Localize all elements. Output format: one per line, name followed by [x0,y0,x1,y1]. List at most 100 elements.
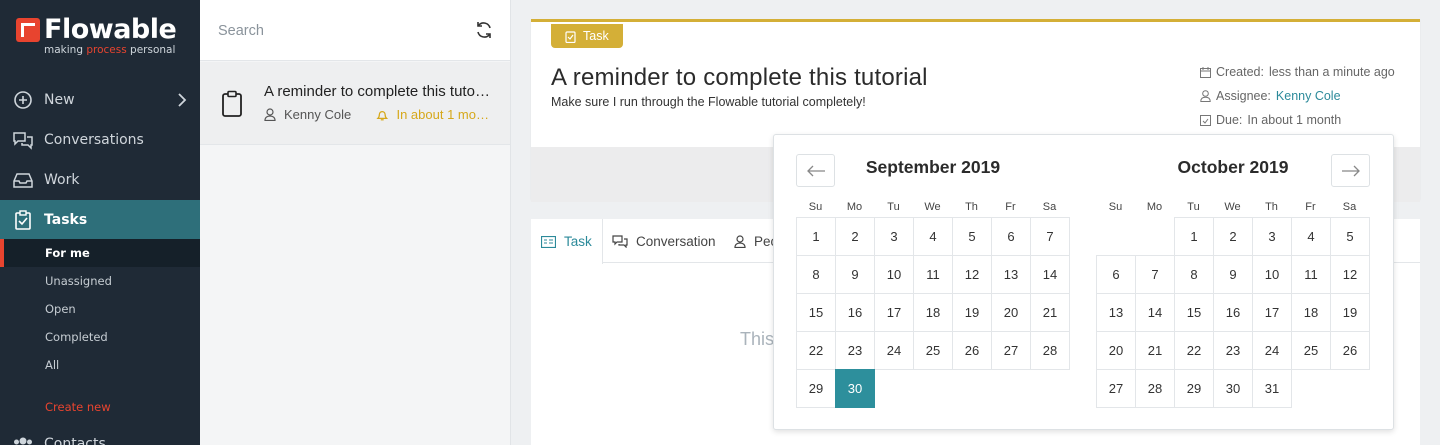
plus-circle-icon [12,89,34,111]
calendar-day[interactable]: 23 [1213,331,1253,370]
calendar-day[interactable]: 7 [1135,255,1175,294]
calendar-day[interactable]: 18 [913,293,953,332]
tab-conversation[interactable]: Conversation [602,219,726,263]
calendar-day[interactable]: 23 [835,331,875,370]
calendar-day[interactable]: 13 [991,255,1031,294]
calendar-day[interactable]: 17 [874,293,914,332]
calendar-day[interactable]: 10 [874,255,914,294]
calendar-day[interactable]: 22 [1174,331,1214,370]
calendar-day[interactable]: 4 [913,217,953,256]
create-new-link[interactable]: Create new [0,393,200,421]
inbox-icon [12,169,34,191]
calendar-day[interactable]: 10 [1252,255,1292,294]
calendar-day[interactable]: 15 [796,293,836,332]
calendar-day[interactable]: 29 [796,369,836,408]
calendar-day[interactable]: 30 [1213,369,1253,408]
calendar-day[interactable]: 12 [952,255,992,294]
calendar-day[interactable]: 25 [913,331,953,370]
task-title: A reminder to complete this tutorial [264,83,490,100]
calendar-day[interactable]: 7 [1030,217,1070,256]
search-bar [200,0,510,61]
sidebar-item-label: Contacts [44,436,106,445]
calendar-day[interactable]: 21 [1135,331,1175,370]
calendar-day[interactable]: 18 [1291,293,1331,332]
created-meta: Created: less than a minute ago [1200,65,1395,79]
sidebar-subitem-unassigned[interactable]: Unassigned [0,267,200,295]
calendar-day[interactable]: 1 [1174,217,1214,256]
calendar-day[interactable]: 6 [1096,255,1136,294]
form-icon [541,235,556,248]
task-list-panel: A reminder to complete this tutorial Ken… [200,0,511,445]
clipboard-icon [220,90,244,122]
calendar-day[interactable]: 6 [991,217,1031,256]
assignee-link[interactable]: Kenny Cole [1276,89,1341,103]
calendar-day[interactable]: 13 [1096,293,1136,332]
calendar-day[interactable]: 24 [1252,331,1292,370]
sidebar-item-conversations[interactable]: Conversations [0,120,200,160]
chat-bubbles-icon [612,234,628,248]
sidebar-item-tasks[interactable]: Tasks [0,200,200,240]
calendar-day[interactable]: 19 [1330,293,1370,332]
calendar-day[interactable]: 8 [796,255,836,294]
empty-state-text: This [740,329,775,349]
calendar-day[interactable]: 12 [1330,255,1370,294]
calendar-day[interactable]: 22 [796,331,836,370]
calendar-day[interactable]: 9 [1213,255,1253,294]
tab-task[interactable]: Task [531,219,603,264]
calendar-day[interactable]: 20 [991,293,1031,332]
calendar-day[interactable]: 27 [1096,369,1136,408]
task-due: In about 1 month [376,107,490,122]
sidebar-item-new[interactable]: New [0,80,200,120]
user-icon [734,234,746,248]
date-picker: September 2019 October 2019 Su Mo Tu We Th Fr… [773,134,1394,430]
bell-icon [376,110,389,120]
calendar-day[interactable]: 19 [952,293,992,332]
calendar-day[interactable]: 2 [1213,217,1253,256]
calendar-day[interactable]: 15 [1174,293,1214,332]
calendar-day[interactable]: 26 [1330,331,1370,370]
calendar-day[interactable]: 3 [874,217,914,256]
calendar-day[interactable]: 11 [913,255,953,294]
calendar-day[interactable]: 21 [1030,293,1070,332]
calendar-day[interactable]: 1 [796,217,836,256]
calendar-day[interactable]: 3 [1252,217,1292,256]
calendar-day[interactable]: 27 [991,331,1031,370]
sidebar-item-contacts[interactable]: Contacts [0,424,200,445]
calendar-day[interactable]: 24 [874,331,914,370]
sidebar-item-work[interactable]: Work [0,160,200,200]
calendar-day[interactable]: 4 [1291,217,1331,256]
flowable-logo[interactable]: Flowable making process personal [14,14,194,60]
sidebar-subitem-all[interactable]: All [0,351,200,379]
due-meta: Due: In about 1 month [1200,113,1341,127]
calendar-day[interactable]: 5 [952,217,992,256]
calendar-day[interactable]: 28 [1135,369,1175,408]
calendar-day[interactable]: 14 [1030,255,1070,294]
calendar-day[interactable]: 16 [1213,293,1253,332]
clipboard-check-icon [12,209,34,231]
month-title-right: October 2019 [1177,157,1289,177]
calendar-day[interactable]: 9 [835,255,875,294]
calendar-day[interactable]: 28 [1030,331,1070,370]
calendar-day[interactable]: 25 [1291,331,1331,370]
sidebar-subitem-completed[interactable]: Completed [0,323,200,351]
calendar-day[interactable]: 17 [1252,293,1292,332]
sidebar-subitem-open[interactable]: Open [0,295,200,323]
calendar-day[interactable]: 29 [1174,369,1214,408]
calendar-day[interactable]: 2 [835,217,875,256]
calendar-day[interactable]: 8 [1174,255,1214,294]
calendar-day[interactable]: 11 [1291,255,1331,294]
calendar-day[interactable]: 31 [1252,369,1292,408]
chat-bubbles-icon [12,129,34,151]
month-title-left: September 2019 [865,157,1001,177]
calendar-check-icon [1200,115,1211,126]
sidebar-subitem-for-me[interactable]: For me [0,239,200,267]
calendar-day[interactable]: 20 [1096,331,1136,370]
calendar-day[interactable]: 16 [835,293,875,332]
calendar-day[interactable]: 30 [835,369,875,408]
calendar-day[interactable]: 5 [1330,217,1370,256]
calendar-day[interactable]: 26 [952,331,992,370]
calendar-day[interactable]: 14 [1135,293,1175,332]
refresh-icon[interactable] [474,20,496,42]
task-list-item[interactable]: A reminder to complete this tutorial Ken… [200,62,510,145]
search-input[interactable] [218,18,458,44]
